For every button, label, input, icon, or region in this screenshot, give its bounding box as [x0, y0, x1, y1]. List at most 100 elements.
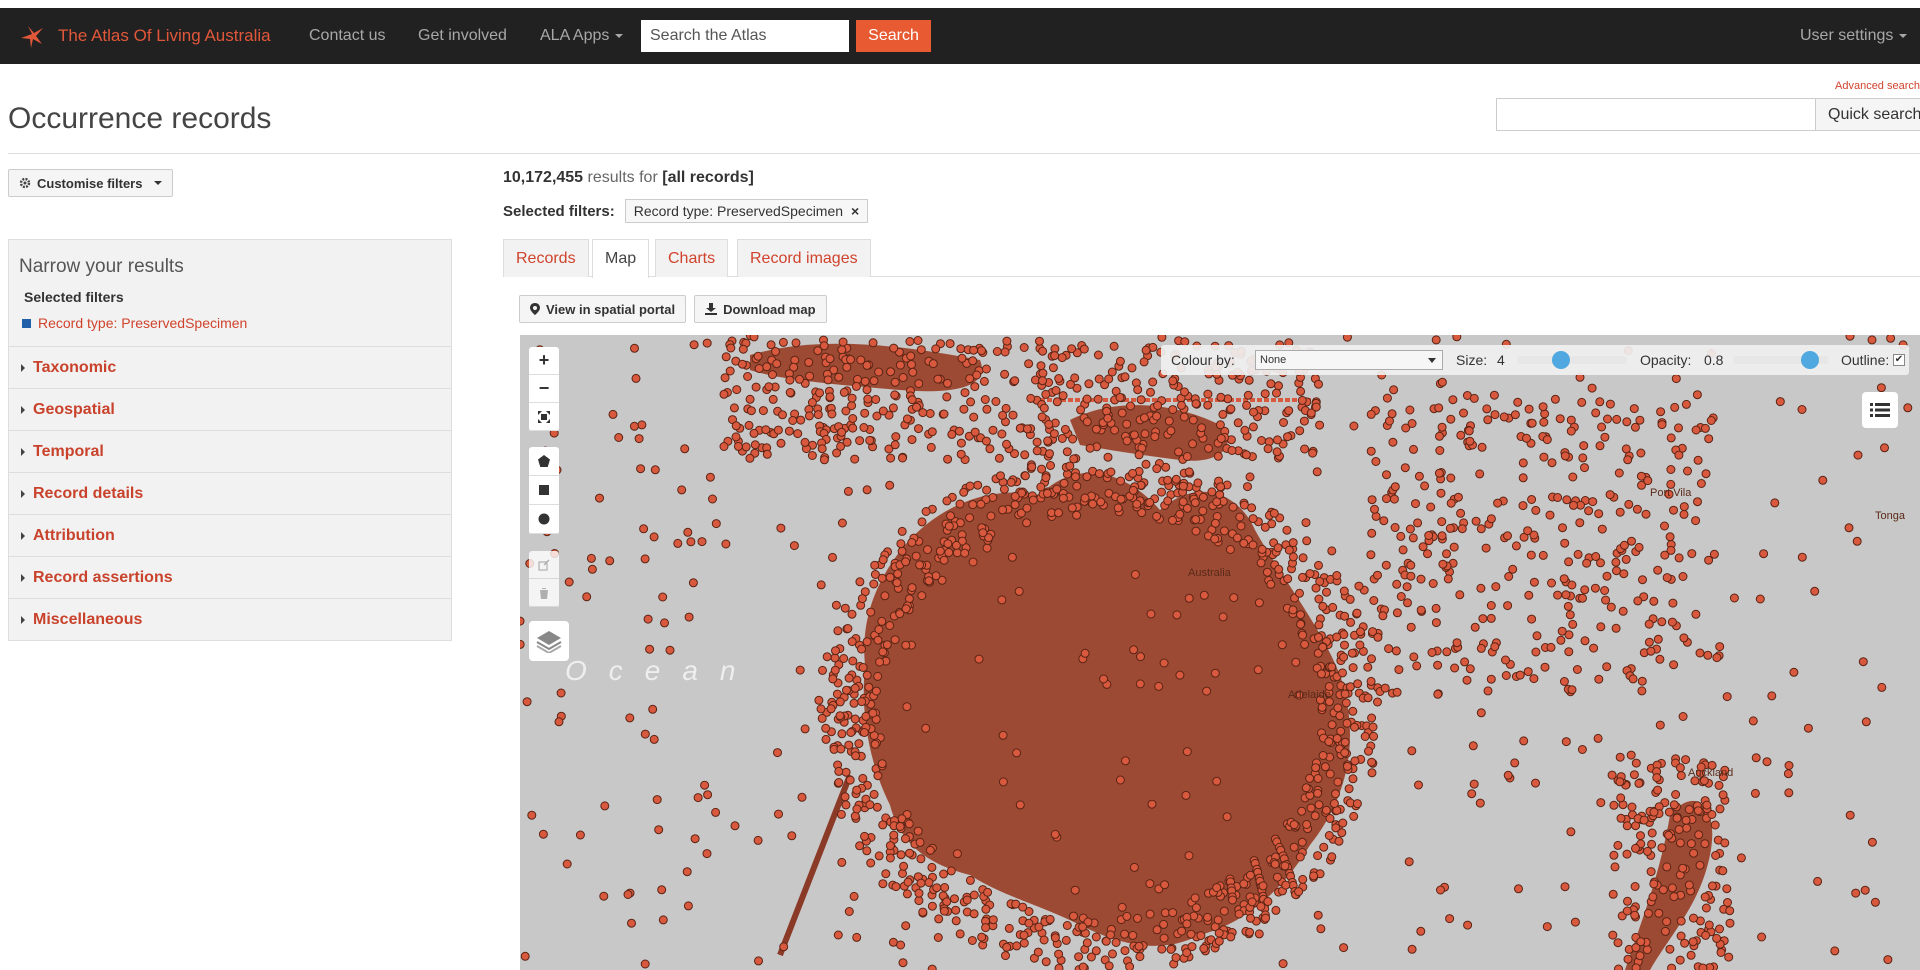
occurrence-dot	[1693, 455, 1703, 465]
view-spatial-portal-button[interactable]: View in spatial portal	[519, 295, 687, 323]
nav-get-involved-link[interactable]: Get involved	[418, 8, 507, 64]
selected-filter-item[interactable]: Record type: PreservedSpecimen	[22, 315, 247, 331]
occurrence-dot	[1325, 814, 1335, 823]
occurrence-dot	[1010, 491, 1020, 501]
occurrence-dot	[913, 336, 923, 345]
occurrence-dot	[1093, 350, 1103, 360]
tab-record-images[interactable]: Record images	[737, 239, 871, 277]
quick-search-button[interactable]: Quick search	[1815, 98, 1920, 131]
opacity-slider-handle[interactable]	[1800, 351, 1819, 369]
chevron-down-icon	[1428, 358, 1436, 363]
atlas-search-button[interactable]: Search	[856, 20, 931, 52]
occurrence-dot	[726, 343, 736, 353]
occurrence-dot	[1762, 757, 1772, 767]
occurrence-dot	[1580, 585, 1590, 595]
occurrence-dot	[1226, 932, 1236, 942]
facet-temporal[interactable]: Temporal	[9, 430, 451, 472]
zoom-in-button[interactable]: +	[529, 347, 559, 375]
occurrence-dot	[1012, 748, 1022, 758]
occurrence-dot	[1644, 619, 1654, 629]
nav-ala-apps-dropdown[interactable]: ALA Apps	[540, 8, 624, 64]
occurrence-dot	[1803, 723, 1813, 733]
occurrence-dot	[1127, 363, 1137, 373]
occurrence-dot	[886, 453, 896, 463]
facet-geospatial[interactable]: Geospatial	[9, 388, 451, 430]
occurrence-dot	[1133, 913, 1142, 923]
occurrence-dot	[776, 438, 786, 448]
download-map-button[interactable]: Download map	[694, 295, 827, 323]
delete-layers-button[interactable]	[529, 579, 559, 607]
occurrence-dot	[744, 420, 754, 430]
tab-charts[interactable]: Charts	[655, 239, 729, 277]
size-slider[interactable]	[1517, 351, 1627, 369]
occurrence-dot	[1146, 387, 1155, 397]
brand-link[interactable]: The Atlas Of Living Australia	[18, 8, 271, 64]
occurrence-dot	[1797, 552, 1807, 562]
occurrence-dot	[1108, 949, 1117, 959]
occurrence-map[interactable]: Ocean Australia Adelaide Port Vila Tonga…	[520, 335, 1920, 970]
occurrence-dot	[965, 513, 975, 523]
filter-chip[interactable]: Record type: PreservedSpecimen ×	[624, 199, 869, 223]
occurrence-dot	[1367, 528, 1377, 538]
facet-miscellaneous[interactable]: Miscellaneous	[9, 598, 451, 640]
atlas-search-input[interactable]	[641, 20, 849, 52]
occurrence-dot	[844, 673, 854, 683]
colour-by-select[interactable]: None	[1255, 350, 1443, 370]
close-icon[interactable]: ×	[851, 203, 859, 219]
chevron-down-icon	[1899, 34, 1908, 38]
advanced-search-link[interactable]: Advanced search	[1835, 80, 1920, 92]
legend-button[interactable]	[1862, 392, 1898, 428]
outline-checkbox[interactable]: ✔	[1893, 354, 1905, 366]
occurrence-dot	[1225, 545, 1235, 554]
occurrence-dot	[998, 505, 1008, 515]
occurrence-dot	[969, 345, 979, 355]
tab-map[interactable]: Map	[592, 239, 650, 278]
tab-records[interactable]: Records	[503, 239, 589, 277]
facet-record-assertions[interactable]: Record assertions	[9, 556, 451, 598]
nav-contact-link[interactable]: Contact us	[309, 8, 385, 64]
quick-search-input[interactable]	[1496, 98, 1816, 131]
facet-attribution[interactable]: Attribution	[9, 514, 451, 556]
occurrence-dot	[1681, 755, 1691, 765]
occurrence-dot	[1460, 657, 1470, 667]
occurrence-dot	[813, 346, 823, 356]
occurrence-dot	[845, 775, 855, 785]
occurrence-dot	[1437, 517, 1447, 527]
occurrence-dot	[1177, 926, 1187, 936]
map-marker-icon	[530, 303, 540, 315]
occurrence-dot	[852, 804, 862, 814]
occurrence-dot	[871, 395, 881, 404]
occurrence-dot	[1367, 495, 1377, 505]
occurrence-dot	[913, 826, 923, 836]
occurrence-dot	[1128, 485, 1138, 495]
customise-filters-button[interactable]: Customise filters	[8, 169, 174, 197]
zoom-out-button[interactable]: −	[529, 375, 559, 403]
occurrence-dot	[1191, 903, 1201, 913]
occurrence-dot	[827, 409, 837, 419]
draw-circle-button[interactable]	[529, 505, 559, 534]
edit-layers-button[interactable]	[529, 551, 559, 579]
facet-record-details[interactable]: Record details	[9, 472, 451, 514]
opacity-slider[interactable]	[1733, 351, 1829, 369]
occurrence-dot	[1174, 447, 1183, 457]
fullscreen-button[interactable]	[529, 403, 559, 431]
trash-icon	[540, 587, 548, 599]
occurrence-dot	[1610, 862, 1620, 872]
facet-taxonomic[interactable]: Taxonomic	[9, 346, 451, 388]
occurrence-dot	[711, 519, 721, 529]
occurrence-dot	[1179, 412, 1189, 422]
user-settings-dropdown[interactable]: User settings	[1800, 8, 1908, 64]
occurrence-dot	[1693, 806, 1703, 816]
occurrence-dot	[885, 572, 895, 582]
occurrence-dot	[1619, 569, 1629, 579]
draw-rectangle-button[interactable]	[529, 476, 559, 505]
draw-polygon-button[interactable]	[529, 447, 559, 476]
occurrence-dot	[1518, 501, 1528, 511]
size-slider-handle[interactable]	[1552, 351, 1570, 369]
occurrence-dot	[599, 891, 609, 901]
occurrence-dot	[1555, 414, 1565, 424]
layers-button[interactable]	[529, 621, 569, 661]
occurrence-dot	[1416, 605, 1426, 615]
occurrence-dot	[1529, 577, 1539, 587]
map-canvas[interactable]	[520, 335, 1920, 970]
